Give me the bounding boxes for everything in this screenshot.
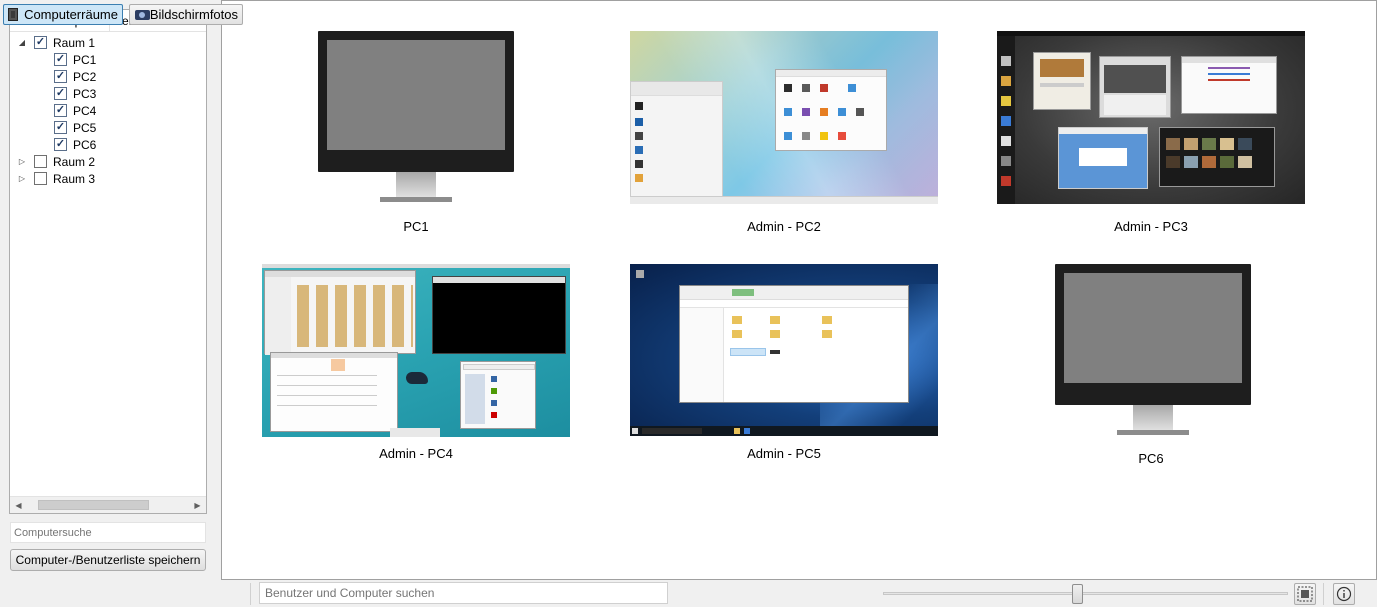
tree-item-label: Raum 3	[53, 171, 96, 186]
left-panel: Raum/Computer Benutzer ◢ ✓ Raum 1 ✓ PC1 …	[0, 0, 216, 580]
tree-item-raum-1[interactable]: ◢ ✓ Raum 1	[16, 34, 95, 51]
tree-item-pc4[interactable]: ✓ PC4	[54, 102, 96, 119]
tree-item-pc6[interactable]: ✓ PC6	[54, 136, 96, 153]
save-computer-user-list-button[interactable]: Computer-/Benutzerliste speichern	[10, 549, 206, 571]
scroll-right-icon[interactable]: ▶	[189, 497, 206, 513]
checkbox-pc1[interactable]: ✓	[54, 53, 67, 66]
expand-arrow-icon[interactable]: ▷	[16, 156, 28, 168]
checkbox-raum-2[interactable]	[34, 155, 47, 168]
computer-tile-pc5[interactable]: Admin - PC5	[630, 264, 938, 469]
tree-item-label: PC1	[73, 52, 97, 67]
checkbox-pc3[interactable]: ✓	[54, 87, 67, 100]
collapse-arrow-icon[interactable]: ◢	[16, 37, 28, 49]
tree-item-raum-2[interactable]: ▷ Raum 2	[16, 153, 95, 170]
checkbox-pc2[interactable]: ✓	[54, 70, 67, 83]
checkbox-pc4[interactable]: ✓	[54, 104, 67, 117]
tree-item-pc5[interactable]: ✓ PC5	[54, 119, 96, 136]
fit-screen-icon	[1297, 586, 1313, 602]
camera-icon	[134, 8, 150, 21]
computer-label: Admin - PC5	[747, 446, 821, 461]
screenshot-thumbnail	[630, 31, 938, 204]
tree-item-pc1[interactable]: ✓ PC1	[54, 51, 96, 68]
zoom-slider[interactable]	[883, 584, 1288, 604]
tree-item-label: Raum 1	[53, 35, 96, 50]
expand-arrow-icon[interactable]: ▷	[16, 173, 28, 185]
horizontal-scrollbar[interactable]: ◀ ▶	[10, 496, 206, 513]
tree-item-pc2[interactable]: ✓ PC2	[54, 68, 96, 85]
scroll-left-icon[interactable]: ◀	[10, 497, 27, 513]
separator	[250, 583, 251, 605]
computer-label: Admin - PC3	[1114, 219, 1188, 234]
user-computer-search-input[interactable]	[259, 582, 668, 604]
about-button[interactable]	[1333, 583, 1355, 605]
checkbox-pc6[interactable]: ✓	[54, 138, 67, 151]
auto-fit-button[interactable]	[1294, 583, 1316, 605]
screenshot-thumbnail	[262, 264, 570, 437]
tree-item-label: Raum 2	[53, 154, 96, 169]
info-icon	[1336, 586, 1352, 602]
computer-rooms-label: Computerräume	[24, 7, 118, 22]
computer-search-input[interactable]	[10, 522, 206, 543]
computer-tile-pc6[interactable]: PC6	[997, 264, 1305, 469]
screenshot-thumbnail	[997, 31, 1305, 204]
screenshots-label: Bildschirmfotos	[149, 7, 238, 22]
tree-item-pc3[interactable]: ✓ PC3	[54, 85, 96, 102]
tree-item-label: PC2	[73, 69, 97, 84]
computer-tile-pc2[interactable]: Admin - PC2	[630, 31, 938, 236]
slider-handle[interactable]	[1072, 584, 1083, 604]
monitor-icon	[8, 8, 19, 21]
slider-track[interactable]	[883, 592, 1288, 595]
screenshots-button[interactable]: Bildschirmfotos	[129, 4, 243, 25]
computer-tree[interactable]: Raum/Computer Benutzer ◢ ✓ Raum 1 ✓ PC1 …	[9, 9, 207, 514]
checkbox-pc5[interactable]: ✓	[54, 121, 67, 134]
computer-tile-pc4[interactable]: Admin - PC4	[262, 264, 570, 469]
separator	[1323, 583, 1324, 605]
tree-item-label: PC5	[73, 120, 97, 135]
tree-item-raum-3[interactable]: ▷ Raum 3	[16, 170, 95, 187]
computer-rooms-button[interactable]: Computerräume	[3, 4, 123, 25]
computer-label: Admin - PC4	[379, 446, 453, 461]
computer-tile-pc3[interactable]: Admin - PC3	[997, 31, 1305, 236]
computer-label: PC6	[1138, 451, 1164, 466]
checkbox-raum-1[interactable]: ✓	[34, 36, 47, 49]
scrollbar-thumb[interactable]	[38, 500, 149, 510]
tree-item-label: PC3	[73, 86, 97, 101]
computer-label: Admin - PC2	[747, 219, 821, 234]
tree-item-label: PC6	[73, 137, 97, 152]
screenshot-thumbnail	[630, 264, 938, 436]
checkbox-raum-3[interactable]	[34, 172, 47, 185]
computer-label: PC1	[403, 219, 429, 234]
tree-item-label: PC4	[73, 103, 97, 118]
computer-tiles-view: PC1 Admin - PC2 Admin - PC3 Admin - PC4 …	[221, 0, 1377, 580]
computer-tile-pc1[interactable]: PC1	[262, 31, 570, 236]
